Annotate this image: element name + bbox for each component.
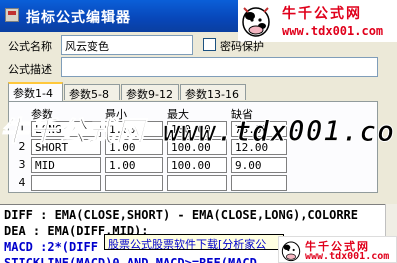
- param-max-cell[interactable]: 100.00: [167, 121, 227, 137]
- cow-mascot-icon: [281, 241, 301, 262]
- tab-params-13-16[interactable]: 参数13-16: [180, 84, 246, 101]
- brand-logo-bottom: 牛千公式网 www.tdx001.com: [278, 236, 397, 263]
- password-protect-label: 密码保护: [220, 40, 264, 53]
- code-line: DIFF : EMA(CLOSE,SHORT) - EMA(CLOSE,LONG…: [4, 208, 359, 222]
- row-number: 1: [18, 122, 26, 135]
- formula-desc-label: 公式描述: [8, 63, 52, 76]
- tab-params-1-4[interactable]: 参数1-4: [8, 82, 63, 102]
- param-default-cell[interactable]: 9.00: [231, 157, 287, 173]
- param-name-cell[interactable]: LONG: [31, 121, 101, 137]
- tab-params-9-12[interactable]: 参数9-12: [121, 84, 179, 101]
- download-tooltip: 股票公式股票软件下载[分析家公: [104, 234, 284, 250]
- param-name-cell[interactable]: [31, 175, 101, 191]
- param-min-cell[interactable]: [105, 175, 163, 191]
- brand-url: www.tdx001.com: [305, 251, 390, 262]
- param-default-cell[interactable]: 73.00: [231, 121, 287, 137]
- params-panel: 参数 最小 最大 缺省 1 LONG 1.00 100.00 73.00 2 S…: [8, 101, 378, 193]
- row-number: 3: [18, 158, 26, 171]
- header-min: 最小: [105, 108, 127, 121]
- header-max: 最大: [167, 108, 189, 121]
- param-name-cell[interactable]: MID: [31, 157, 101, 173]
- formula-name-label: 公式名称: [8, 40, 52, 53]
- param-max-cell[interactable]: 100.00: [167, 157, 227, 173]
- header-param: 参数: [31, 108, 53, 121]
- row-number: 2: [18, 140, 26, 153]
- brand-name: 牛千公式网: [282, 6, 362, 22]
- formula-name-input[interactable]: 风云变色: [61, 35, 193, 55]
- formula-desc-input[interactable]: [61, 57, 378, 77]
- param-min-cell[interactable]: 1.00: [105, 139, 163, 155]
- code-line: MACD :2*(DIFF: [4, 240, 98, 254]
- param-default-cell[interactable]: [231, 175, 287, 191]
- param-max-cell[interactable]: [167, 175, 227, 191]
- param-default-cell[interactable]: 12.00: [231, 139, 287, 155]
- row-number: 4: [18, 176, 26, 189]
- brand-url: www.tdx001.com: [282, 24, 384, 38]
- param-max-cell[interactable]: 100.00: [167, 139, 227, 155]
- code-line: STICKLINE(MACD)0 AND MACD>=REF(MACD: [4, 256, 257, 263]
- window-title: 指标公式编辑器: [26, 10, 131, 26]
- param-min-cell[interactable]: 1.00: [105, 157, 163, 173]
- header-default: 缺省: [231, 108, 253, 121]
- param-name-cell[interactable]: SHORT: [31, 139, 101, 155]
- param-min-cell[interactable]: 1.00: [105, 121, 163, 137]
- password-protect-checkbox[interactable]: [203, 38, 216, 51]
- cow-mascot-icon: [242, 7, 270, 37]
- tab-params-5-8[interactable]: 参数5-8: [64, 84, 120, 101]
- brand-logo-top: 牛千公式网 www.tdx001.com: [238, 0, 397, 42]
- app-icon: [5, 8, 19, 22]
